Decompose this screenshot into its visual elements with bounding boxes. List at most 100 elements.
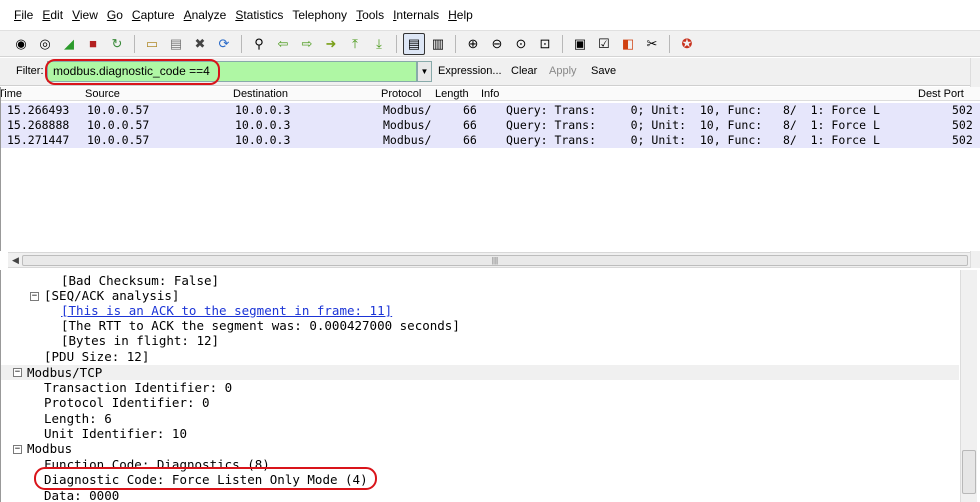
packet-length: 66: [463, 118, 477, 132]
menu-file[interactable]: File: [14, 8, 33, 22]
menu-edit[interactable]: Edit: [42, 8, 63, 22]
tree-item-modbus[interactable]: Modbus: [27, 441, 72, 456]
tree-item-modbus-tcp: Modbus/TCP: [27, 365, 103, 380]
go-to-packet-icon[interactable]: ➜: [320, 33, 342, 55]
menu-accelerator: S: [235, 8, 244, 22]
menu-help[interactable]: Help: [448, 8, 473, 22]
packet-length: 66: [463, 133, 477, 147]
column-header-destination[interactable]: Destination: [233, 88, 288, 100]
capture-options-icon[interactable]: ◎: [34, 33, 56, 55]
tree-item-bad-checksum[interactable]: [Bad Checksum: False]: [61, 273, 219, 288]
packet-source: 10.0.0.57: [87, 133, 150, 147]
menu-accelerator: I: [393, 8, 397, 22]
tree-item-seq-ack[interactable]: [SEQ/ACK analysis]: [44, 288, 179, 303]
tree-item-data[interactable]: Data: 0000: [44, 488, 119, 502]
tree-item-length[interactable]: Length: 6: [44, 411, 112, 426]
close-file-icon[interactable]: ✖: [189, 33, 211, 55]
menu-accelerator: C: [131, 8, 141, 22]
normal-size-icon[interactable]: ⊙: [510, 33, 532, 55]
go-first-icon[interactable]: ⤒: [344, 33, 366, 55]
packet-protocol: Modbus/: [383, 133, 432, 147]
menu-telephony[interactable]: Telephony: [292, 8, 347, 22]
menu-statistics[interactable]: Statistics: [235, 8, 283, 22]
tree-item-protocol-id[interactable]: Protocol Identifier: 0: [44, 395, 210, 410]
tree-section-modbus-tcp[interactable]: − Modbus/TCP: [1, 365, 959, 380]
tree-item-unit-id[interactable]: Unit Identifier: 10: [44, 426, 187, 441]
packet-info: Query: Trans: 0; Unit: 10, Func: 8/ 1: F…: [506, 118, 880, 132]
preferences-icon[interactable]: ✂: [641, 33, 663, 55]
reload-icon[interactable]: ⟳: [213, 33, 235, 55]
column-header-source[interactable]: Source: [85, 88, 120, 100]
go-forward-icon[interactable]: ⇨: [296, 33, 318, 55]
tree-item-function-code[interactable]: Function Code: Diagnostics (8): [44, 457, 270, 472]
column-header-dest-port[interactable]: Dest Port: [918, 88, 964, 100]
resize-columns-icon[interactable]: ⊡: [534, 33, 556, 55]
help-icon[interactable]: ✪: [676, 33, 698, 55]
packet-dest-port: 502: [952, 118, 973, 132]
display-filters-icon[interactable]: ☑: [593, 33, 615, 55]
menu-capture[interactable]: Capture: [132, 8, 175, 22]
column-header-protocol[interactable]: Protocol: [381, 88, 421, 100]
scrollbar-thumb[interactable]: [962, 450, 976, 494]
packet-info: Query: Trans: 0; Unit: 10, Func: 8/ 1: F…: [506, 133, 880, 147]
filter-history-dropdown[interactable]: ▼: [417, 61, 432, 82]
menu-tools[interactable]: Tools: [356, 8, 384, 22]
packet-protocol: Modbus/: [383, 118, 432, 132]
column-header-length[interactable]: Length: [435, 88, 469, 100]
packet-row[interactable]: 15.268888 10.0.0.57 10.0.0.3 Modbus/ 66 …: [1, 118, 980, 133]
tree-item-bytes-in-flight[interactable]: [Bytes in flight: 12]: [61, 333, 219, 348]
zoom-in-icon[interactable]: ⊕: [462, 33, 484, 55]
menu-go[interactable]: Go: [107, 8, 123, 22]
menu-accelerator: T: [356, 8, 363, 22]
toolbar-separator: [134, 34, 135, 53]
packet-row[interactable]: 15.266493 10.0.0.57 10.0.0.3 Modbus/ 66 …: [1, 103, 980, 118]
collapse-icon[interactable]: −: [13, 445, 22, 454]
tree-item-rtt[interactable]: [The RTT to ACK the segment was: 0.00042…: [61, 318, 460, 333]
autoscroll-icon[interactable]: ▥: [427, 33, 449, 55]
toolbar-separator: [455, 34, 456, 53]
capture-filters-icon[interactable]: ▣: [569, 33, 591, 55]
menu-accelerator: G: [106, 8, 117, 22]
coloring-rules-icon[interactable]: ◧: [617, 33, 639, 55]
details-vertical-scrollbar[interactable]: [960, 270, 977, 502]
stop-capture-icon[interactable]: ■: [82, 33, 104, 55]
display-filter-input[interactable]: modbus.diagnostic_code ==4: [47, 61, 417, 82]
column-header-info[interactable]: Info: [481, 88, 499, 100]
packet-source: 10.0.0.57: [87, 103, 150, 117]
menu-accelerator: A: [183, 8, 192, 22]
scroll-left-icon[interactable]: ◀: [8, 254, 23, 267]
tree-item-pdu-size[interactable]: [PDU Size: 12]: [44, 349, 149, 364]
save-filter-button[interactable]: Save: [591, 65, 616, 77]
tree-item-ack-frame-link[interactable]: [This is an ACK to the segment in frame:…: [61, 303, 392, 318]
packet-list-header: Time Source Destination Protocol Length …: [1, 87, 980, 101]
packet-row[interactable]: 15.271447 10.0.0.57 10.0.0.3 Modbus/ 66 …: [1, 133, 980, 148]
go-last-icon[interactable]: ⤓: [368, 33, 390, 55]
clear-button[interactable]: Clear: [511, 65, 537, 77]
column-header-time[interactable]: Time: [1, 88, 22, 100]
find-packet-icon[interactable]: ⚲: [248, 33, 270, 55]
go-back-icon[interactable]: ⇦: [272, 33, 294, 55]
tree-item-transaction-id[interactable]: Transaction Identifier: 0: [44, 380, 232, 395]
menu-accelerator: V: [72, 8, 80, 22]
restart-capture-icon[interactable]: ↻: [106, 33, 128, 55]
packet-list-horizontal-scrollbar[interactable]: ◀ |||: [8, 252, 970, 268]
menu-view[interactable]: View: [72, 8, 98, 22]
tree-item-diagnostic-code[interactable]: Diagnostic Code: Force Listen Only Mode …: [44, 472, 368, 487]
open-file-icon[interactable]: ▭: [141, 33, 163, 55]
colorize-icon[interactable]: ▤: [403, 32, 425, 55]
scrollbar-thumb[interactable]: |||: [22, 255, 968, 266]
menu-internals[interactable]: Internals: [393, 8, 439, 22]
start-capture-icon[interactable]: ◢: [58, 33, 80, 55]
save-file-icon[interactable]: ▤: [165, 33, 187, 55]
expression-button[interactable]: Expression...: [438, 65, 502, 77]
packet-dest-port: 502: [952, 103, 973, 117]
apply-button[interactable]: Apply: [549, 65, 577, 77]
collapse-icon[interactable]: −: [13, 368, 22, 377]
menu-analyze[interactable]: Analyze: [184, 8, 227, 22]
toolbar-separator: [396, 34, 397, 53]
toolbar-separator: [562, 34, 563, 53]
collapse-icon[interactable]: −: [30, 292, 39, 301]
zoom-out-icon[interactable]: ⊖: [486, 33, 508, 55]
interface-list-icon[interactable]: ◉: [10, 33, 32, 55]
toolbar-separator: [241, 34, 242, 53]
